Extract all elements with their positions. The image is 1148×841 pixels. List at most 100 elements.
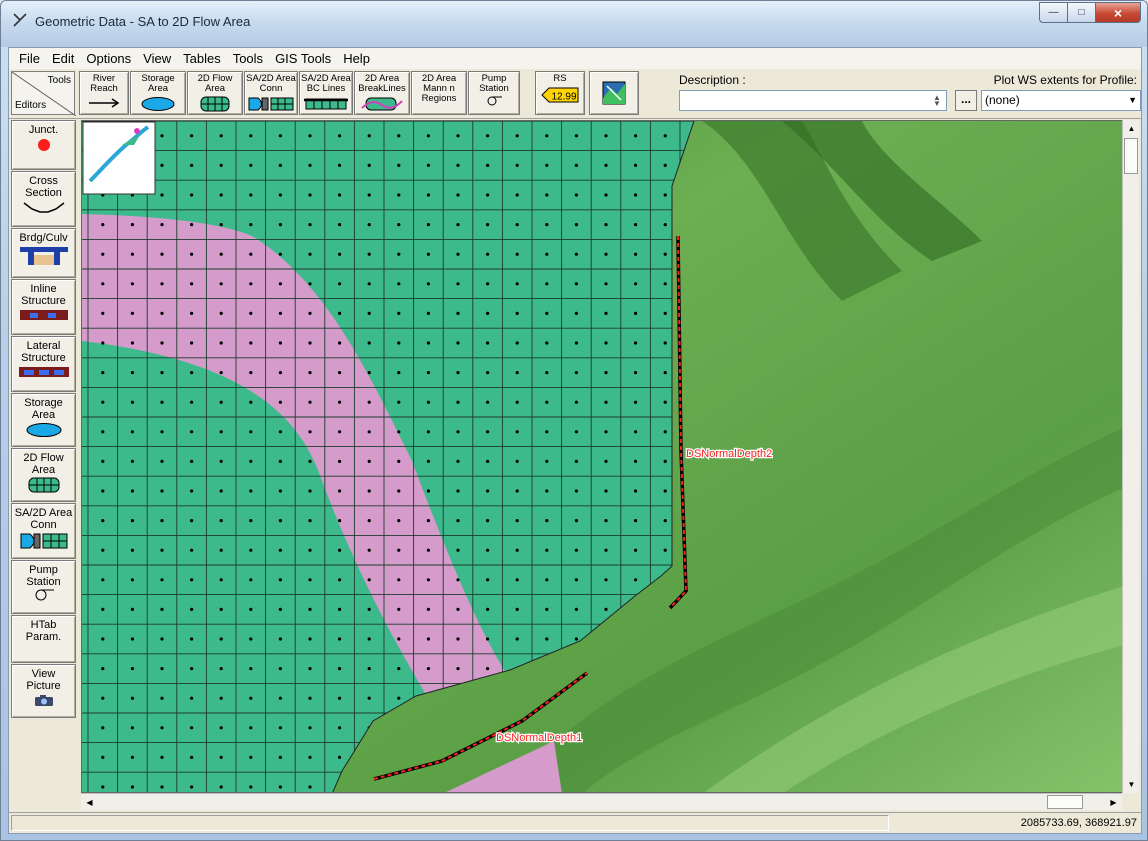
editor-inline-structure-button[interactable]: Inline Structure	[11, 279, 76, 335]
cell-center	[486, 252, 490, 256]
menu-edit[interactable]: Edit	[46, 48, 80, 69]
bc-lines-icon	[304, 98, 348, 110]
cell-center	[397, 341, 401, 345]
cell-center	[367, 548, 371, 552]
cell-center	[130, 311, 134, 315]
cell-center	[219, 341, 223, 345]
menu-help[interactable]: Help	[337, 48, 376, 69]
cell-center	[190, 637, 194, 641]
description-more-button[interactable]: ...	[955, 90, 977, 111]
cell-center	[486, 430, 490, 434]
description-spin[interactable]: ▲ ▼	[933, 94, 941, 108]
scroll-left-arrow-icon[interactable]: ◀	[81, 794, 98, 811]
editor-sa-2d-area-conn-button[interactable]: SA/2D Area Conn	[11, 503, 76, 559]
cell-center	[367, 371, 371, 375]
cell-center	[367, 282, 371, 286]
sa-2d-bc-lines-button[interactable]: SA/2D Area BC Lines	[299, 71, 353, 115]
background-map-button[interactable]	[589, 71, 639, 115]
editor-htab-param-button[interactable]: HTab Param.	[11, 615, 76, 663]
vertical-scrollbar[interactable]: ▲ ▼	[1122, 120, 1139, 793]
2d-flow-area-button[interactable]: 2D Flow Area	[187, 71, 243, 115]
cell-center	[308, 519, 312, 523]
cell-center	[367, 519, 371, 523]
cell-center	[130, 755, 134, 760]
cell-center	[101, 519, 105, 523]
menu-file[interactable]: File	[13, 48, 46, 69]
cell-center	[574, 459, 578, 463]
menu-tables[interactable]: Tables	[177, 48, 227, 69]
river-reach-button[interactable]: River Reach	[79, 71, 129, 115]
cell-center	[190, 193, 194, 197]
cell-center	[397, 430, 401, 434]
editor-bridge-culvert-button[interactable]: Brdg/Culv	[11, 228, 76, 278]
cell-center	[219, 223, 223, 227]
cell-center	[249, 785, 253, 789]
horizontal-scrollbar[interactable]: ◀ ▶	[81, 793, 1122, 810]
cell-center	[249, 726, 253, 730]
title-bar[interactable]: Geometric Data - SA to 2D Flow Area — □ …	[1, 1, 1147, 47]
cell-center	[634, 341, 638, 345]
pump-station-button[interactable]: Pump Station	[468, 71, 520, 115]
menu-tools[interactable]: Tools	[227, 48, 269, 69]
maximize-button[interactable]: □	[1067, 2, 1095, 23]
editor-cross-section-button[interactable]: Cross Section	[11, 171, 76, 227]
cell-center	[397, 400, 401, 404]
cell-center	[190, 548, 194, 552]
map-canvas[interactable]: DSNormalDepth2 DSNormalDepth1	[81, 120, 1139, 793]
storage-area-button[interactable]: Storage Area	[130, 71, 186, 115]
breaklines-icon	[361, 97, 403, 111]
scroll-down-arrow-icon[interactable]: ▼	[1123, 776, 1140, 793]
cell-center	[308, 607, 312, 611]
cell-center	[249, 430, 253, 434]
editor-view-picture-button[interactable]: View Picture	[11, 664, 76, 718]
storage-area-icon	[141, 97, 175, 111]
status-bar: 2085733.69, 368921.97	[9, 812, 1141, 833]
cell-center	[308, 459, 312, 463]
menu-view[interactable]: View	[137, 48, 177, 69]
cell-center	[456, 134, 460, 138]
scroll-right-arrow-icon[interactable]: ▶	[1105, 794, 1122, 811]
editors-label: Editors	[15, 100, 47, 111]
description-input[interactable]	[679, 90, 947, 111]
cell-center	[308, 341, 312, 345]
cell-center	[101, 430, 105, 434]
menu-options[interactable]: Options	[80, 48, 137, 69]
rs-button[interactable]: RS 12.99	[535, 71, 585, 115]
cell-center	[130, 726, 134, 730]
2d-breaklines-button[interactable]: 2D Area BreakLines	[354, 71, 410, 115]
menu-gis-tools[interactable]: GIS Tools	[269, 48, 337, 69]
cell-center	[367, 607, 371, 611]
window-title: Geometric Data - SA to 2D Flow Area	[35, 14, 251, 29]
2d-mann-n-regions-button[interactable]: 2D Area Mann n Regions	[411, 71, 467, 115]
plot-ws-profile-select[interactable]: (none) ▼	[981, 90, 1141, 111]
cell-center	[308, 223, 312, 227]
sa-2d-area-conn-button[interactable]: SA/2D Area Conn	[244, 71, 298, 115]
cell-center	[101, 726, 105, 730]
editor-storage-area-button[interactable]: Storage Area	[11, 393, 76, 447]
cell-center	[426, 282, 430, 286]
cell-center	[219, 696, 223, 700]
overview-map[interactable]	[82, 121, 156, 195]
cell-center	[515, 223, 519, 227]
horizontal-scroll-thumb[interactable]	[1047, 795, 1083, 809]
scroll-up-arrow-icon[interactable]: ▲	[1123, 120, 1140, 137]
editor-junction-button[interactable]: Junct.	[11, 120, 76, 170]
cell-center	[101, 311, 105, 315]
editor-2d-flow-area-button[interactable]: 2D Flow Area	[11, 448, 76, 502]
vertical-scroll-thumb[interactable]	[1124, 138, 1138, 174]
map-svg[interactable]: DSNormalDepth2 DSNormalDepth1	[82, 121, 1139, 793]
cell-center	[308, 667, 312, 671]
cell-center	[456, 163, 460, 167]
cell-center	[219, 578, 223, 582]
minimize-button[interactable]: —	[1039, 2, 1067, 23]
close-button[interactable]: ×	[1095, 2, 1141, 23]
editor-pump-station-button[interactable]: Pump Station	[11, 560, 76, 614]
editor-lateral-structure-button[interactable]: Lateral Structure	[11, 336, 76, 392]
cell-center	[634, 193, 638, 197]
cell-center	[130, 371, 134, 375]
cell-center	[574, 430, 578, 434]
cell-center	[278, 311, 282, 315]
bc-label-ds1[interactable]: DSNormalDepth1	[495, 731, 584, 746]
cell-center	[397, 489, 401, 493]
bc-label-ds2[interactable]: DSNormalDepth2	[685, 447, 774, 462]
